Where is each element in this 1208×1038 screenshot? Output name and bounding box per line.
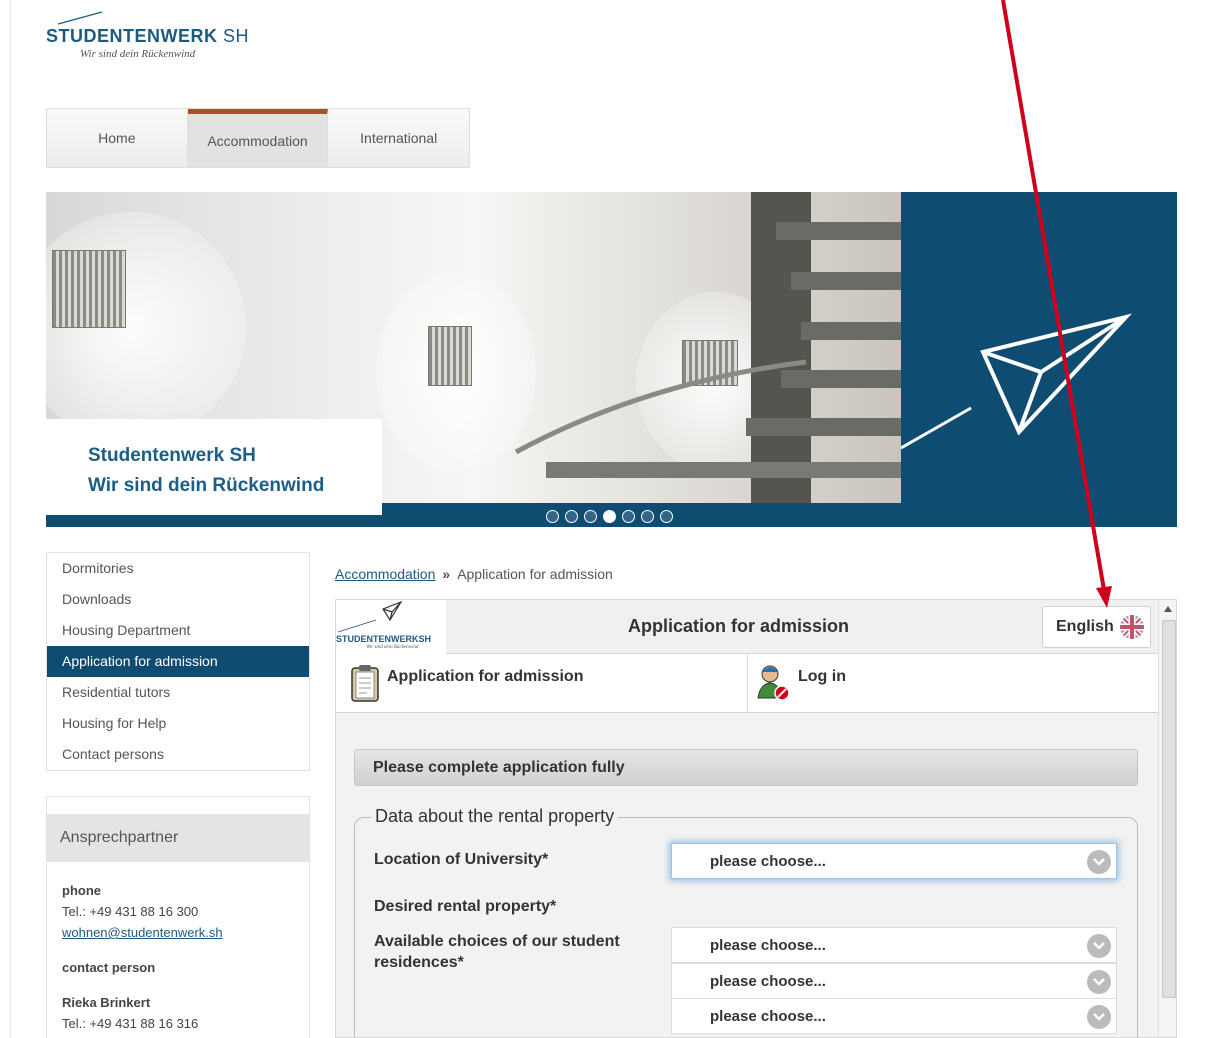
slider-dot-active[interactable] [603,510,616,523]
app-content: Please complete application fully Data a… [336,713,1158,1037]
email-link[interactable]: wohnen@studentenwerk.sh [62,925,223,940]
notice-bar: Please complete application fully [354,749,1138,786]
desired-property-label: Desired rental property* [374,898,557,915]
scroll-up-arrow-icon[interactable] [1164,606,1172,612]
phone-number: Tel.: +49 431 88 16 300 [62,904,199,919]
tab-application[interactable]: Application for admission [336,654,747,712]
language-label: English [1056,618,1114,635]
page-left-rule [10,0,11,1038]
app-logo-tagline: Wir sind dein Rückenwind [366,645,419,650]
chevron-down-icon [1087,970,1111,994]
banner-caption-line1: Studentenwerk SH [88,445,256,466]
nav-item-accommodation[interactable]: Accommodation [187,109,329,167]
slider-dot[interactable] [660,510,673,523]
phone-heading: phone [62,883,101,898]
app-scrollbar[interactable] [1158,600,1176,1037]
banner-caption: Studentenwerk SH Wir sind dein Rückenwin… [46,419,382,515]
hero-banner: Studentenwerk SH Wir sind dein Rückenwin… [46,192,1177,527]
clipboard-icon [351,665,379,702]
scrollbar-thumb[interactable] [1162,620,1176,998]
sidebar-item-housing-department[interactable]: Housing Department [47,615,309,646]
app-logo: STUDENTENWERKSH Wir sind dein Rückenwind [336,600,446,654]
tab-application-label: Application for admission [387,668,584,685]
banner-caption-line2: Wir sind dein Rückenwind [88,475,325,496]
location-label: Location of University* [374,851,549,868]
choice-select-2-value: please choose... [710,972,826,990]
app-logo-swoosh-icon [337,619,377,633]
paper-plane-icon [901,313,1133,450]
app-tabs: Application for admission Log in [336,654,1158,713]
main-nav: Home Accommodation International [46,108,470,168]
contact-person-heading: contact person [62,960,156,975]
sidebar-item-residential-tutors[interactable]: Residential tutors [47,677,309,708]
contact-person-name: Rieka Brinkert [62,995,151,1010]
slider-dot[interactable] [565,510,578,523]
fieldset-legend: Data about the rental property [371,806,619,827]
choice-select-2[interactable]: please choose... [671,963,1117,999]
app-header: STUDENTENWERKSH Wir sind dein Rückenwind… [336,600,1158,654]
choice-select-1[interactable]: please choose... [671,927,1117,963]
tab-login[interactable]: Log in [747,654,1158,712]
slider-dot[interactable] [622,510,635,523]
contact-heading: Ansprechpartner [47,814,309,862]
sidebar-subnav: Dormitories Downloads Housing Department… [46,552,310,771]
slider-dot[interactable] [546,510,559,523]
language-button[interactable]: English [1042,606,1151,648]
breadcrumb: Accommodation » Application for admission [335,566,613,582]
application-frame: STUDENTENWERKSH Wir sind dein Rückenwind… [335,599,1177,1038]
app-logo-name: STUDENTENWERKSH [336,634,432,644]
page: STUDENTENWERK SH Wir sind dein Rückenwin… [0,0,1208,1038]
sidebar-item-application[interactable]: Application for admission [47,646,309,677]
contact-box: Ansprechpartner phone Tel.: +49 431 88 1… [46,796,310,1038]
logo-tagline: Wir sind dein Rückenwind [80,48,196,60]
sidebar-item-downloads[interactable]: Downloads [47,584,309,615]
chevron-down-icon [1087,850,1111,874]
choice-select-3[interactable]: please choose... [671,998,1117,1034]
contact-person-phone: Tel.: +49 431 88 16 316 [62,1016,199,1031]
logo-name: STUDENTENWERK SH [46,26,250,46]
chevron-down-icon [1087,1005,1111,1029]
user-login-icon [757,665,790,701]
sidebar-item-housing-for-help[interactable]: Housing for Help [47,708,309,739]
breadcrumb-accommodation-link[interactable]: Accommodation [335,566,435,582]
choices-label: Available choices of our student residen… [374,933,620,971]
slider-dot[interactable] [584,510,597,523]
choice-select-3-value: please choose... [710,1007,826,1025]
tab-login-label: Log in [798,668,846,685]
logo-swoosh-icon [57,11,103,25]
site-logo[interactable]: STUDENTENWERK SH Wir sind dein Rückenwin… [46,10,266,70]
slider-dots [546,510,673,523]
rental-property-fieldset: Data about the rental property Location … [354,806,1138,1037]
location-select-value: please choose... [710,852,826,870]
choice-select-1-value: please choose... [710,936,826,954]
nav-item-home[interactable]: Home [47,109,188,167]
location-select[interactable]: please choose... [671,843,1117,879]
app-title: Application for admission [628,616,850,636]
sidebar-item-dormitories[interactable]: Dormitories [47,553,309,584]
chevron-down-icon [1087,934,1111,958]
breadcrumb-separator: » [442,566,451,582]
uk-flag-icon [1119,615,1144,639]
breadcrumb-current: Application for admission [457,566,613,582]
slider-dot[interactable] [641,510,654,523]
nav-item-international[interactable]: International [328,109,469,167]
contact-body: phone Tel.: +49 431 88 16 300 wohnen@stu… [47,862,309,1034]
sidebar-item-contact-persons[interactable]: Contact persons [47,739,309,770]
